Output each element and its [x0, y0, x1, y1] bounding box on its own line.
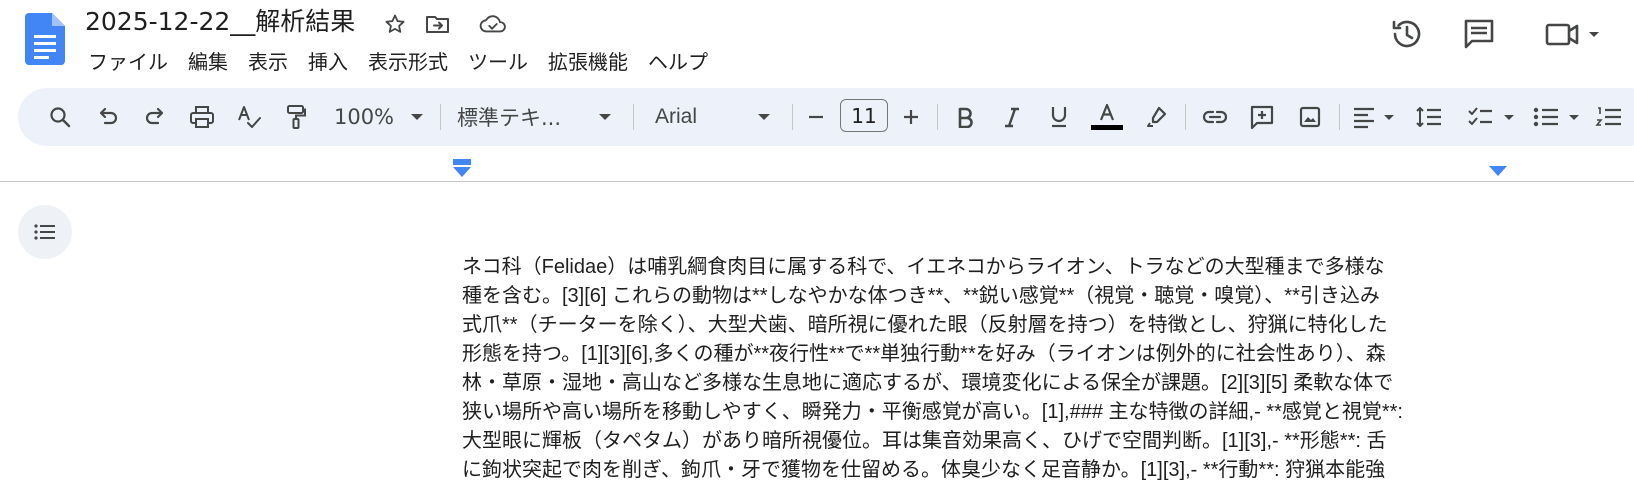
meet-icon[interactable]: [1540, 14, 1610, 54]
menu-view[interactable]: 表示: [240, 46, 300, 75]
underline-icon[interactable]: [1042, 96, 1076, 138]
version-history-icon[interactable]: [1387, 14, 1427, 54]
body-line: 大型眼に輝板（タペタム）があり暗所視優位。耳は集音効果高く、ひげで空間判断。[1…: [462, 430, 1387, 452]
checklist-icon[interactable]: [1465, 96, 1521, 138]
outline-icon: [34, 224, 55, 240]
italic-icon[interactable]: [995, 96, 1029, 138]
toolbar-divider: [792, 104, 793, 130]
search-icon[interactable]: [44, 96, 76, 138]
body-line: 林・草原・湿地・高山など多様な生息地に適応するが、環境変化による保全が課題。[2…: [462, 372, 1394, 394]
toolbar-divider: [440, 104, 441, 130]
body-line: に鉤状突起で肉を削ぎ、鉤爪・牙で獲物を仕留める。体臭少なく足音静か。[1][3]…: [462, 459, 1386, 481]
menu-insert[interactable]: 挿入: [300, 46, 360, 75]
body-line: 式爪**（チーターを除く）、大型犬歯、暗所視に優れた眼（反射層を持つ）を特徴とし…: [462, 314, 1388, 336]
align-icon[interactable]: [1350, 96, 1400, 138]
menu-format[interactable]: 表示形式: [360, 46, 460, 75]
document-title[interactable]: 2025-12-22__解析結果: [85, 4, 355, 40]
star-icon[interactable]: [381, 10, 409, 38]
menu-tools[interactable]: ツール: [460, 46, 540, 75]
text-color-icon[interactable]: [1089, 96, 1125, 138]
menu-extensions[interactable]: 拡張機能: [540, 46, 640, 75]
font-select[interactable]: Arial: [655, 96, 771, 138]
zoom-value: 100%: [333, 105, 395, 129]
increase-font-icon[interactable]: [895, 96, 927, 138]
toolbar-divider: [1185, 104, 1186, 130]
line-spacing-icon[interactable]: [1412, 96, 1446, 138]
menu-file[interactable]: ファイル: [80, 46, 180, 75]
style-value: 標準テキ...: [457, 106, 562, 130]
font-size-input[interactable]: 11: [840, 99, 888, 132]
body-line: ネコ科（Felidae）は哺乳綱食肉目に属する科で、イエネコからライオン、トラな…: [462, 256, 1385, 278]
move-folder-icon[interactable]: [424, 10, 452, 38]
print-icon[interactable]: [186, 96, 218, 138]
menu-help[interactable]: ヘルプ: [640, 46, 720, 75]
indent-marker-left[interactable]: [452, 158, 472, 178]
zoom-select[interactable]: 100%: [324, 96, 434, 138]
chevron-down-icon: [599, 114, 611, 120]
bulleted-list-icon[interactable]: [1530, 96, 1586, 138]
menu-edit[interactable]: 編集: [180, 46, 240, 75]
toolbar-divider: [633, 104, 634, 130]
toolbar-divider: [1339, 104, 1340, 130]
docs-logo-icon[interactable]: [25, 13, 65, 65]
chevron-down-icon: [758, 114, 770, 120]
body-line: 形態を持つ。[1][3][6],多くの種が**夜行性**で**単独行動**を好み…: [462, 343, 1386, 365]
body-line: 狭い場所や高い場所を移動しやすく、瞬発力・平衡感覚が高い。[1],### 主な特…: [462, 401, 1403, 423]
outline-button[interactable]: [18, 205, 72, 259]
paint-format-icon[interactable]: [280, 96, 312, 138]
document-body[interactable]: ネコ科（Felidae）は哺乳綱食肉目に属する科で、イエネコからライオン、トラな…: [462, 253, 1507, 485]
indent-marker-right[interactable]: [1488, 165, 1508, 177]
add-comment-icon[interactable]: [1245, 96, 1279, 138]
chevron-down-icon: [411, 114, 424, 120]
undo-icon[interactable]: [92, 96, 124, 138]
cloud-saved-icon[interactable]: [479, 10, 507, 38]
link-icon[interactable]: [1198, 96, 1232, 138]
decrease-font-icon[interactable]: [800, 96, 832, 138]
spellcheck-icon[interactable]: [233, 96, 265, 138]
font-value: Arial: [655, 105, 698, 128]
comments-icon[interactable]: [1459, 14, 1499, 54]
menu-bar: ファイル 編集 表示 挿入 表示形式 ツール 拡張機能 ヘルプ: [80, 44, 720, 76]
toolbar-divider: [937, 104, 938, 130]
body-line: 種を含む。[3][6] これらの動物は**しなやかな体つき**、**鋭い感覚**…: [462, 285, 1380, 307]
style-select[interactable]: 標準テキ...: [457, 96, 612, 138]
numbered-list-icon[interactable]: [1595, 96, 1629, 138]
ruler: [0, 181, 1634, 182]
highlight-icon[interactable]: [1140, 96, 1174, 138]
redo-icon[interactable]: [139, 96, 171, 138]
insert-image-icon[interactable]: [1293, 96, 1327, 138]
bold-icon[interactable]: [948, 96, 982, 138]
